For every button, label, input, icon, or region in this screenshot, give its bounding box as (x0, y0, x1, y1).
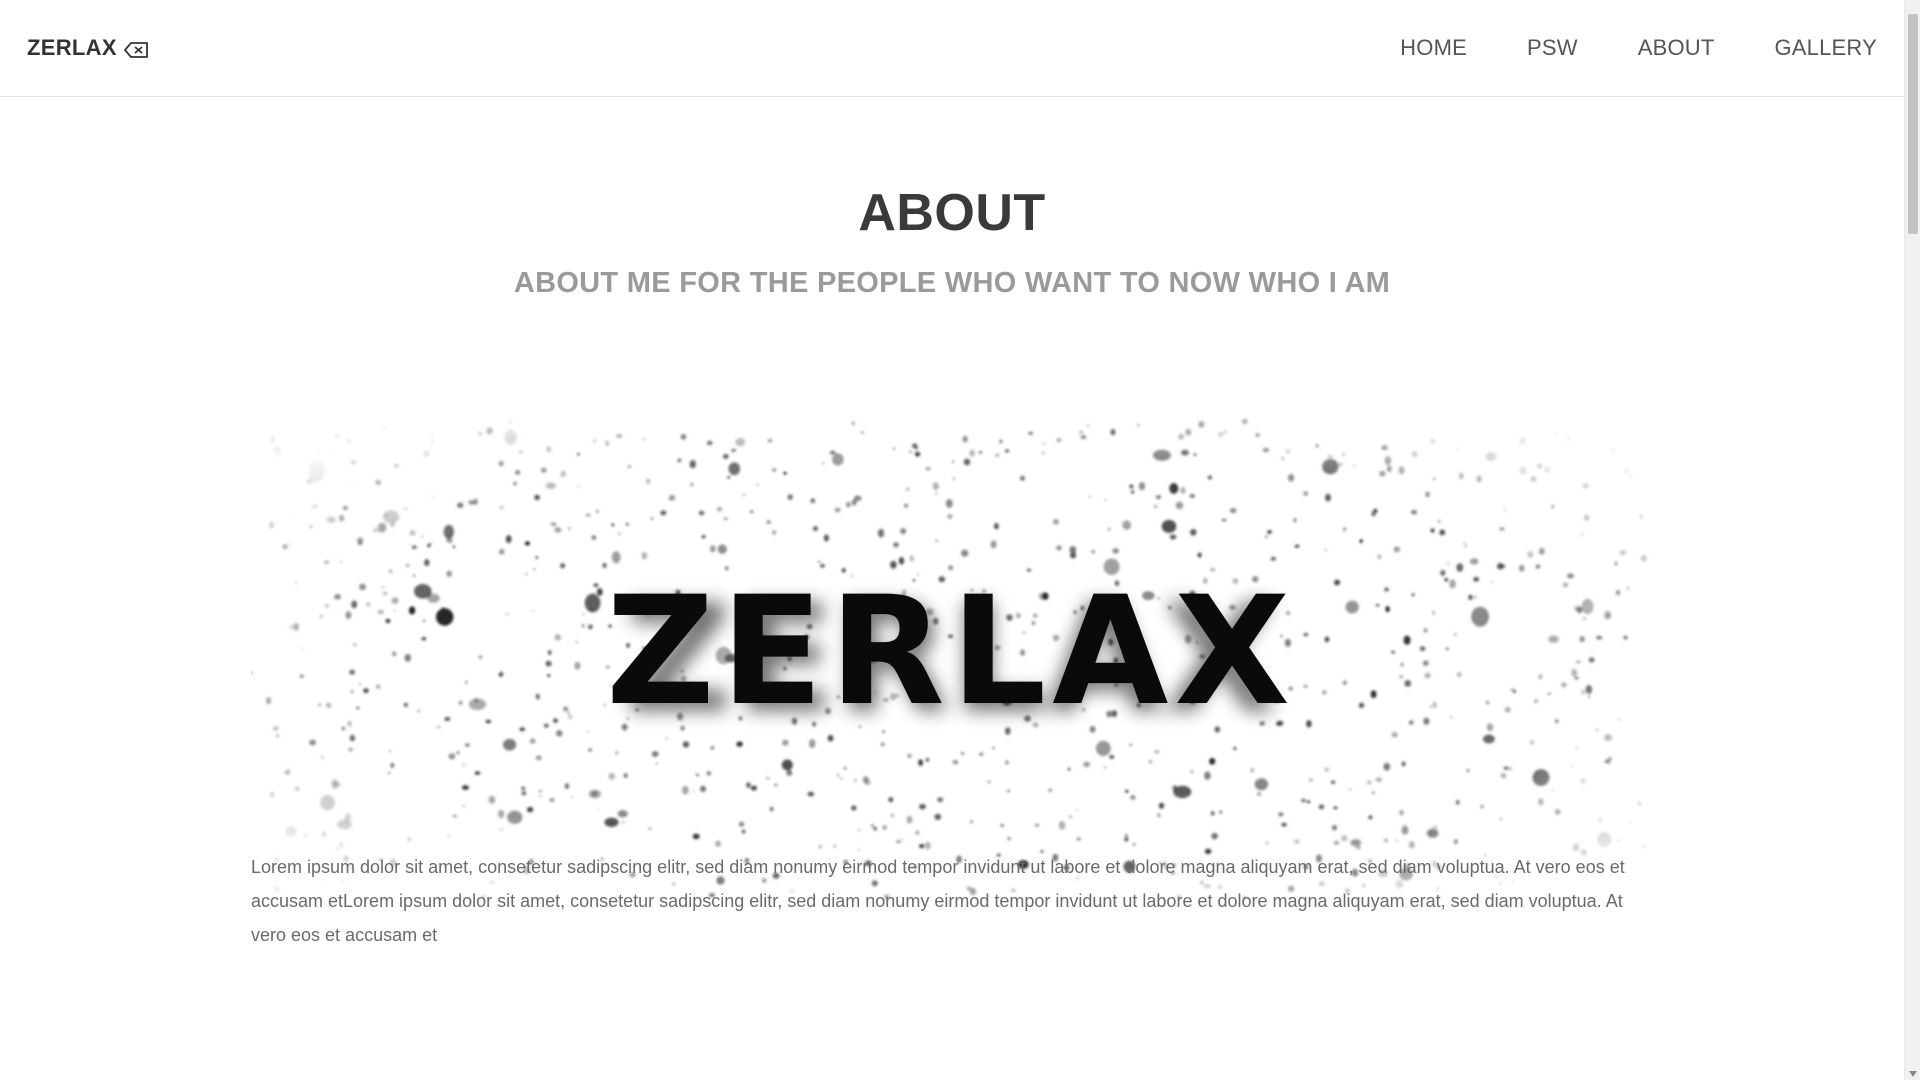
scrollbar-thumb[interactable] (1908, 14, 1918, 234)
scroll-down-arrow-icon[interactable] (1909, 1071, 1917, 1077)
nav-home[interactable]: HOME (1400, 35, 1467, 61)
backspace-icon (123, 39, 149, 58)
top-navbar: ZERLAX HOME PSW ABOUT GALLERY (0, 0, 1904, 97)
main-nav: HOME PSW ABOUT GALLERY (1400, 35, 1877, 61)
nav-psw[interactable]: PSW (1527, 35, 1578, 61)
hero-logo-text: ZERLAX (606, 565, 1296, 739)
brand-logo[interactable]: ZERLAX (27, 35, 149, 61)
hero-image: ZERLAX ZERLAX (251, 411, 1651, 911)
vertical-scrollbar[interactable] (1904, 0, 1920, 1080)
brand-name: ZERLAX (27, 35, 117, 60)
nav-about[interactable]: ABOUT (1638, 35, 1715, 61)
page-title: ABOUT (858, 184, 1046, 242)
page-subtitle: ABOUT ME FOR THE PEOPLE WHO WANT TO NOW … (513, 267, 1391, 299)
nav-gallery[interactable]: GALLERY (1775, 35, 1878, 61)
about-paragraph: Lorem ipsum dolor sit amet, consetetur s… (251, 857, 1625, 945)
main-content: ABOUT ABOUT ME FOR THE PEOPLE WHO WANT T… (0, 97, 1904, 911)
